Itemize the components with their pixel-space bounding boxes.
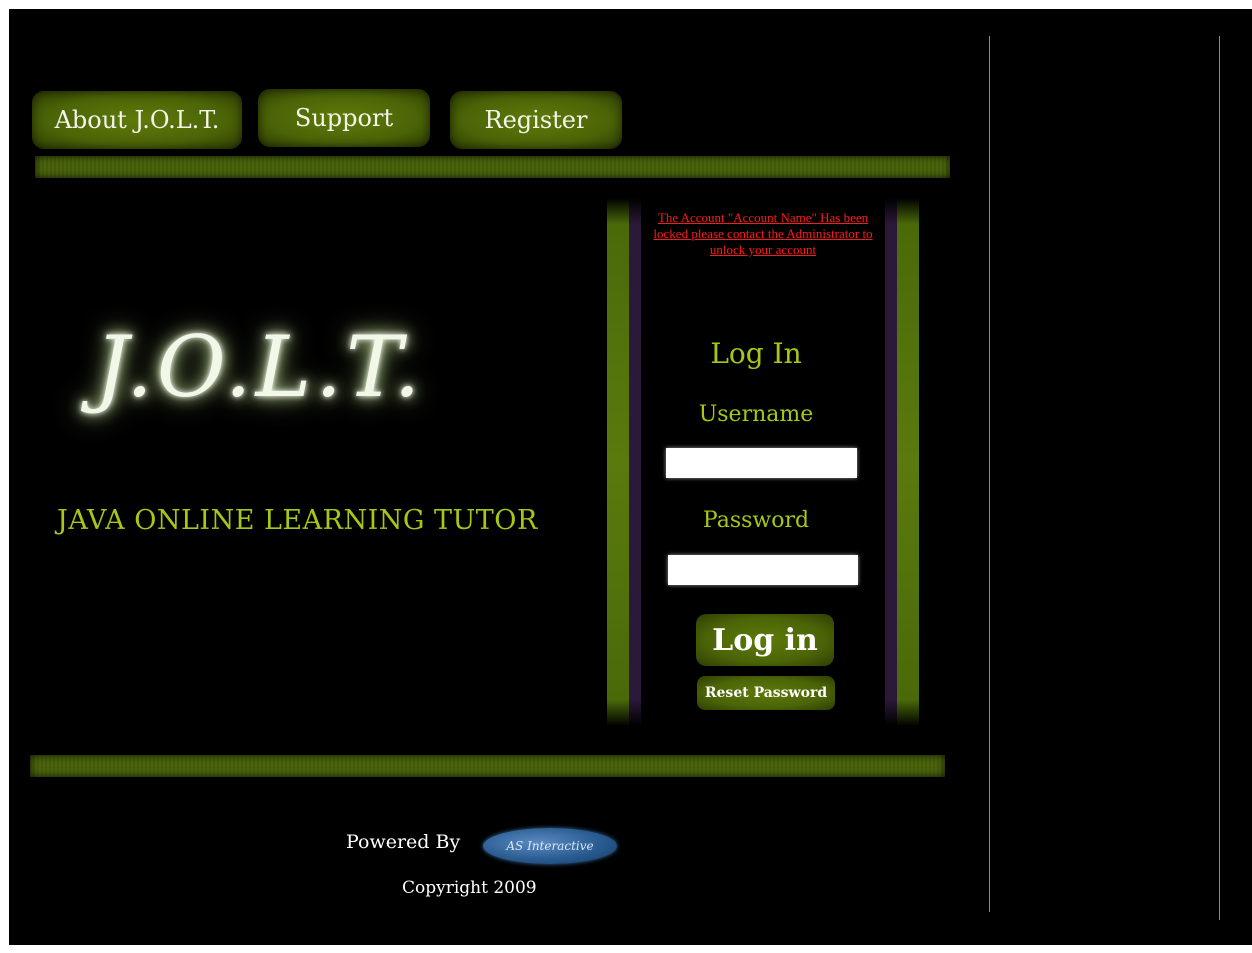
badge-text: AS Interactive — [506, 839, 594, 853]
tagline: JAVA ONLINE LEARNING TUTOR — [57, 505, 538, 536]
login-panel-left-inner-pillar — [629, 198, 641, 726]
powered-by-label: Powered By — [346, 831, 461, 853]
password-label: Password — [702, 508, 810, 533]
as-interactive-logo[interactable]: AS Interactive — [483, 828, 617, 864]
login-title: Log In — [710, 337, 802, 370]
login-button[interactable]: Log in — [696, 614, 834, 666]
nav-register-button[interactable]: Register — [450, 91, 622, 149]
right-divider-line — [989, 36, 990, 912]
account-locked-message[interactable]: The Account "Account Name" Has been lock… — [652, 210, 874, 258]
password-input[interactable] — [668, 555, 858, 585]
username-label: Username — [698, 402, 814, 427]
nav-about-button[interactable]: About J.O.L.T. — [32, 91, 242, 149]
jolt-logo: J.O.L.T. — [95, 318, 425, 416]
bottom-divider-bar — [30, 755, 945, 777]
login-panel-right-inner-pillar — [885, 198, 897, 726]
username-input[interactable] — [666, 448, 857, 478]
login-panel-left-pillar — [607, 198, 629, 726]
nav-support-button[interactable]: Support — [258, 89, 430, 147]
far-right-divider-line — [1219, 36, 1220, 920]
login-panel-right-pillar — [897, 198, 919, 726]
top-divider-bar — [35, 156, 950, 178]
reset-password-button[interactable]: Reset Password — [697, 676, 835, 710]
copyright-text: Copyright 2009 — [402, 878, 537, 898]
